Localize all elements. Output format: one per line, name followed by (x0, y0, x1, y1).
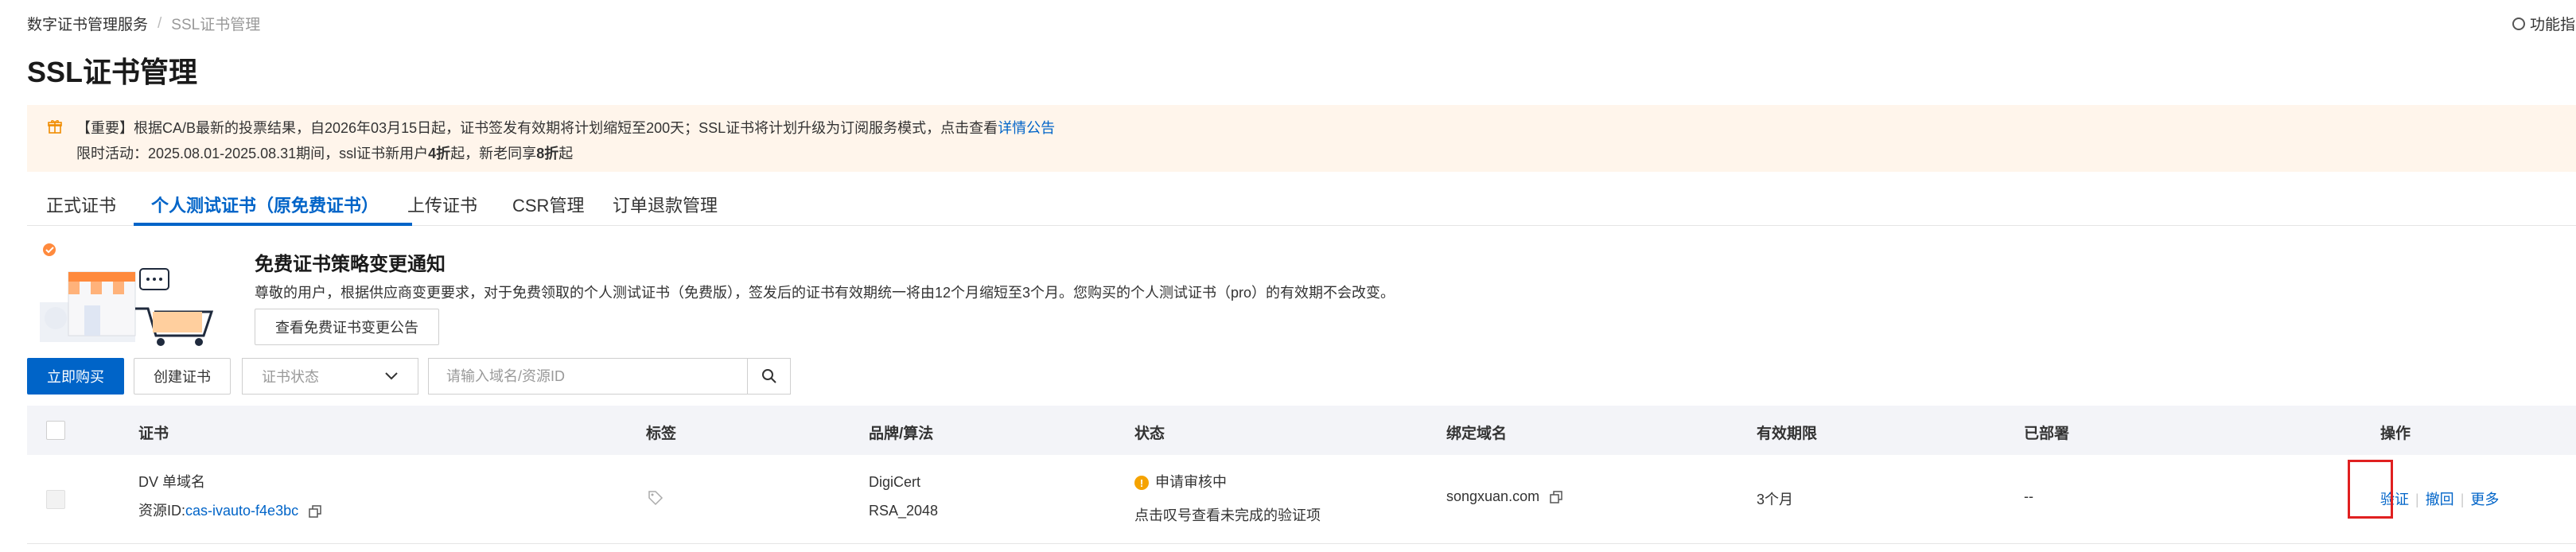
more-action[interactable]: 更多 (2470, 492, 2499, 507)
bound-domain: songxuan.com (1446, 488, 1540, 504)
feature-guide-link[interactable]: 功能指 (2512, 13, 2576, 34)
tab-upload-certificate[interactable]: 上传证书 (407, 194, 477, 226)
column-header-certificate: 证书 (138, 426, 169, 442)
notice-line-1-text: 【重要】根据CA/B最新的投票结果，自2026年03月15日起，证书签发有效期将… (76, 120, 998, 136)
notice-line-2-text: 限时活动：2025.08.01-2025.08.31期间，ssl证书新用户 (76, 146, 429, 161)
action-divider: | (2415, 492, 2419, 507)
notice-line-1: 【重要】根据CA/B最新的投票结果，自2026年03月15日起，证书签发有效期将… (76, 117, 1055, 138)
column-header-tag: 标签 (646, 426, 677, 442)
brand: DigiCert (869, 474, 921, 490)
tab-refund-management[interactable]: 订单退款管理 (613, 194, 718, 226)
column-header-deployed: 已部署 (2024, 426, 2070, 442)
cert-name: DV 单域名 (138, 474, 206, 490)
search-icon (761, 369, 776, 383)
notice-discount-all: 8折 (536, 146, 559, 161)
column-header-validity: 有效期限 (1757, 426, 1818, 442)
notice-detail-link[interactable]: 详情公告 (998, 120, 1055, 136)
certificate-status-select-value: 证书状态 (262, 369, 319, 385)
table-row: DV 单域名 资源ID:cas-ivauto-f4e3bc DigiCert R… (27, 455, 2576, 544)
notice-discount-new: 4折 (428, 146, 451, 161)
deployed-status: -- (2024, 488, 2033, 504)
breadcrumb-separator: / (158, 14, 162, 32)
verify-highlight-box (2348, 460, 2393, 519)
tab-bar: 正式证书 个人测试证书（原免费证书） 上传证书 CSR管理 订单退款管理 (27, 188, 2576, 226)
warning-icon[interactable]: ! (1134, 476, 1149, 491)
domain-cell: songxuan.com (1446, 488, 1562, 505)
copy-domain-icon[interactable] (1550, 491, 1562, 503)
search-button[interactable] (748, 358, 791, 395)
breadcrumb-root[interactable]: 数字证书管理服务 (27, 13, 148, 34)
validity-period: 3个月 (1757, 492, 1794, 507)
view-free-cert-notice-button[interactable]: 查看免费证书变更公告 (255, 309, 439, 345)
search-input[interactable] (428, 358, 748, 395)
tab-formal-certificate[interactable]: 正式证书 (46, 194, 116, 226)
row-checkbox (46, 490, 65, 509)
withdraw-action[interactable]: 撤回 (2426, 492, 2454, 507)
column-header-brand: 品牌/算法 (869, 426, 934, 442)
notice-banner: 【重要】根据CA/B最新的投票结果，自2026年03月15日起，证书签发有效期将… (27, 105, 2576, 172)
gift-icon (48, 120, 62, 134)
chevron-down-icon (385, 372, 398, 380)
promo-title: 免费证书策略变更通知 (255, 254, 446, 275)
resource-id-label: 资源ID: (138, 503, 186, 519)
select-all-checkbox[interactable] (46, 421, 65, 440)
notice-line-2-end: 起 (558, 146, 574, 161)
active-tab-indicator (134, 223, 412, 226)
create-certificate-button[interactable]: 创建证书 (134, 358, 231, 395)
buy-now-button[interactable]: 立即购买 (27, 358, 124, 395)
breadcrumb-current: SSL证书管理 (171, 17, 261, 33)
tag-icon[interactable] (648, 490, 663, 506)
search-box (428, 358, 791, 395)
promo-description: 尊敬的用户，根据供应商变更要求，对于免费领取的个人测试证书（免费版），签发后的证… (255, 285, 1395, 301)
row-actions: 验证 | 撤回 | 更多 (2380, 488, 2499, 509)
tab-personal-test-certificate[interactable]: 个人测试证书（原免费证书） (151, 194, 379, 226)
notice-line-2: 限时活动：2025.08.01-2025.08.31期间，ssl证书新用户4折起… (76, 142, 573, 163)
page-title: SSL证书管理 (27, 56, 198, 88)
resource-id: 资源ID:cas-ivauto-f4e3bc (138, 500, 321, 520)
toolbar: 立即购买 创建证书 证书状态 (27, 358, 982, 395)
status-cell: ! 申请审核中 (1134, 471, 1227, 492)
certificate-status-select[interactable]: 证书状态 (242, 358, 418, 395)
status-hint: 点击叹号查看未完成的验证项 (1134, 507, 1321, 523)
tab-csr-management[interactable]: CSR管理 (512, 194, 584, 226)
status-text: 申请审核中 (1155, 474, 1227, 490)
action-divider: | (2460, 492, 2465, 507)
column-header-actions: 操作 (2380, 426, 2411, 442)
copy-icon[interactable] (309, 505, 321, 518)
resource-id-link[interactable]: cas-ivauto-f4e3bc (185, 503, 298, 519)
table-header: 证书 标签 品牌/算法 状态 绑定域名 有效期限 已部署 操作 (27, 406, 2576, 455)
guide-icon (2512, 17, 2525, 30)
algorithm: RSA_2048 (869, 503, 939, 519)
column-header-domain: 绑定域名 (1446, 426, 1508, 442)
shop-illustration (40, 243, 214, 346)
column-header-status: 状态 (1134, 426, 1165, 442)
breadcrumb: 数字证书管理服务 / SSL证书管理 (27, 13, 260, 34)
feature-guide-label: 功能指 (2530, 17, 2576, 33)
notice-line-2-mid: 起，新老同享 (450, 146, 537, 161)
